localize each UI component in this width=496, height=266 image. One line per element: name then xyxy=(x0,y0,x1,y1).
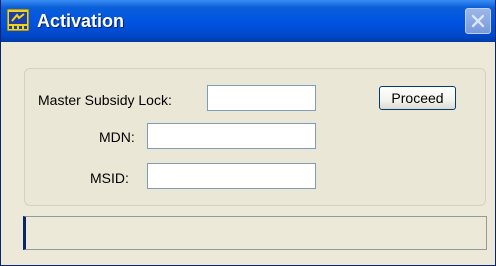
status-bar xyxy=(23,216,487,250)
app-icon xyxy=(6,8,30,32)
activation-window: Activation Master Subsidy Lock: MDN: MSI… xyxy=(0,0,496,266)
title-bar[interactable]: Activation xyxy=(1,0,495,42)
msid-label: MSID: xyxy=(90,170,129,186)
master-subsidy-lock-label: Master Subsidy Lock: xyxy=(38,92,172,108)
msid-input[interactable] xyxy=(147,163,316,189)
proceed-button[interactable]: Proceed xyxy=(379,86,456,110)
close-button[interactable] xyxy=(465,8,491,34)
master-subsidy-lock-input[interactable] xyxy=(207,85,316,111)
window-title: Activation xyxy=(37,11,125,31)
mdn-label: MDN: xyxy=(99,129,135,145)
mdn-input[interactable] xyxy=(147,123,316,149)
